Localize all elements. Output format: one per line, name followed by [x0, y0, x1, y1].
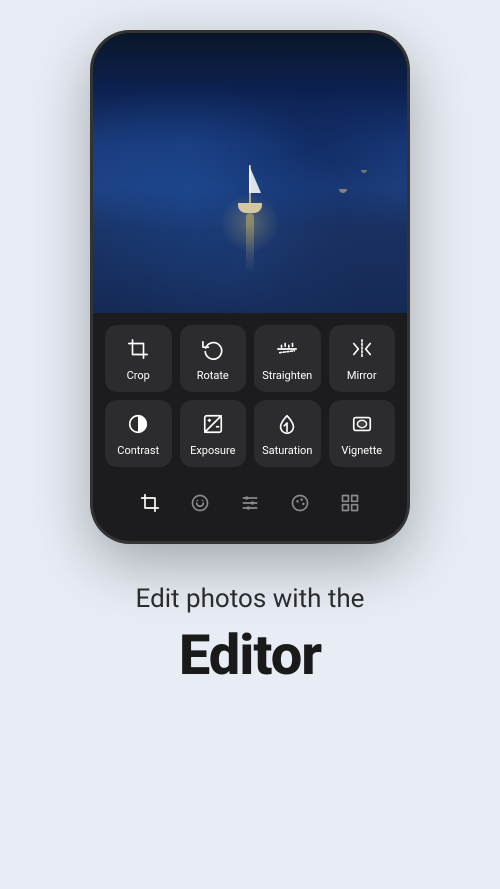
- nav-adjust[interactable]: [232, 485, 268, 521]
- tools-grid-row1: Crop Rotate: [105, 325, 395, 392]
- saturation-label: Saturation: [262, 444, 312, 457]
- tool-vignette[interactable]: Vignette: [329, 400, 396, 467]
- crop-icon: [124, 335, 152, 363]
- vignette-label: Vignette: [341, 444, 382, 457]
- rotate-label: Rotate: [197, 369, 229, 382]
- tool-straighten[interactable]: Straighten: [254, 325, 321, 392]
- mirror-label: Mirror: [347, 369, 377, 382]
- phone-mockup: Crop Rotate: [90, 30, 410, 544]
- boat-illustration: [235, 163, 265, 213]
- mirror-icon: [348, 335, 376, 363]
- crop-label: Crop: [127, 369, 150, 382]
- exposure-label: Exposure: [190, 444, 235, 457]
- tools-grid-row2: Contrast Exposure: [105, 400, 395, 467]
- tool-exposure[interactable]: Exposure: [180, 400, 247, 467]
- phone-screen: Crop Rotate: [93, 33, 407, 541]
- nav-crop[interactable]: [132, 485, 168, 521]
- nav-grid[interactable]: [332, 485, 368, 521]
- contrast-label: Contrast: [117, 444, 159, 457]
- exposure-icon: [199, 410, 227, 438]
- tool-saturation[interactable]: Saturation: [254, 400, 321, 467]
- subtitle-text: Edit photos with the: [136, 584, 365, 614]
- tool-mirror[interactable]: Mirror: [329, 325, 396, 392]
- straighten-label: Straighten: [262, 369, 312, 382]
- bottom-nav: [105, 475, 395, 529]
- tool-crop[interactable]: Crop: [105, 325, 172, 392]
- tool-contrast[interactable]: Contrast: [105, 400, 172, 467]
- saturation-icon: [273, 410, 301, 438]
- nav-palette[interactable]: [282, 485, 318, 521]
- main-title: Editor: [136, 622, 365, 688]
- straighten-icon: [273, 335, 301, 363]
- photo-area: [93, 33, 407, 313]
- rotate-icon: [199, 335, 227, 363]
- contrast-icon: [124, 410, 152, 438]
- vignette-icon: [348, 410, 376, 438]
- controls-panel: Crop Rotate: [93, 313, 407, 541]
- nav-mask[interactable]: [182, 485, 218, 521]
- text-section: Edit photos with the Editor: [116, 584, 385, 688]
- tool-rotate[interactable]: Rotate: [180, 325, 247, 392]
